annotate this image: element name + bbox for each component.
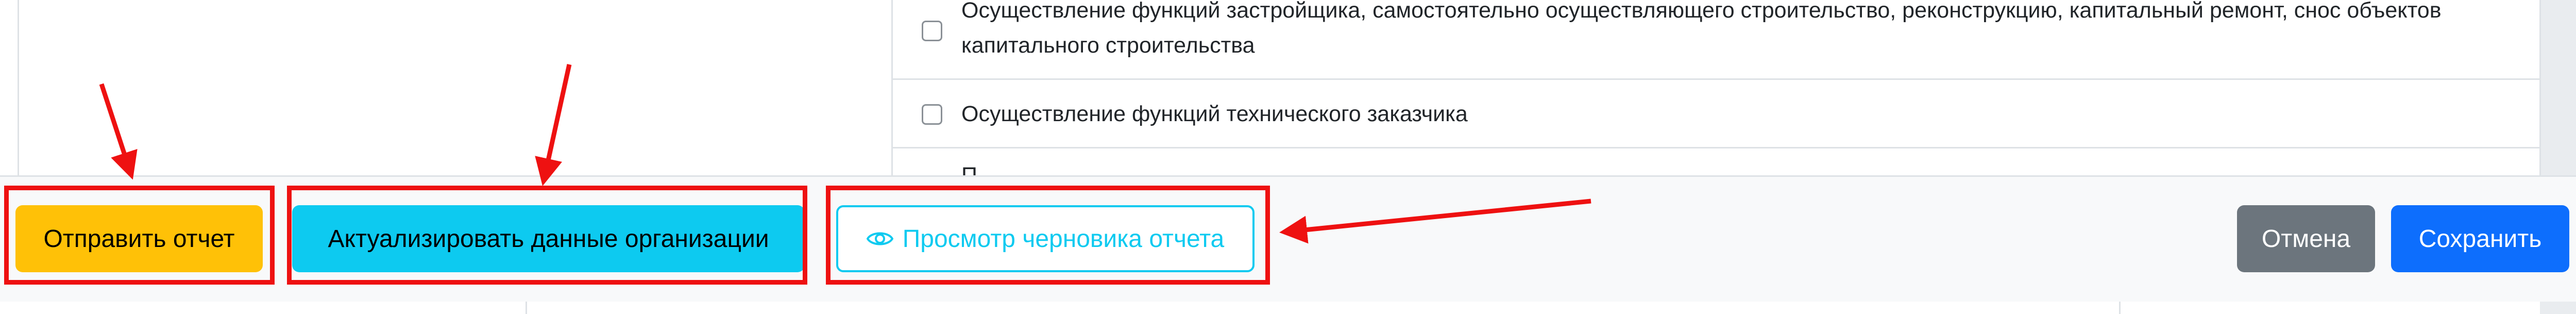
list-item-label: Осуществление функций технического заказ… [961, 102, 1468, 126]
left-panel-border [18, 0, 19, 175]
update-organization-data-button[interactable]: Актуализировать данные организации [292, 205, 805, 272]
list-item[interactable]: П [893, 148, 2539, 188]
eye-icon [866, 232, 893, 245]
list-item-label-continued: капитального строительства [961, 33, 1255, 58]
arrow-to-send-report [99, 83, 138, 180]
send-report-button[interactable]: Отправить отчет [15, 205, 263, 272]
list-item-label: Осуществление функций застройщика, самос… [961, 0, 2442, 23]
checkbox[interactable] [922, 104, 942, 125]
footer-shadow [526, 302, 2121, 314]
preview-draft-report-label: Просмотр черновика отчета [902, 225, 1225, 253]
arrow-to-update-org [535, 64, 572, 186]
activity-checklist: Осуществление функций застройщика, самос… [891, 0, 2541, 188]
save-button[interactable]: Сохранить [2391, 205, 2569, 272]
preview-draft-report-button[interactable]: Просмотр черновика отчета [836, 205, 1255, 272]
cancel-button[interactable]: Отмена [2237, 205, 2375, 272]
checkbox[interactable] [922, 21, 942, 41]
list-item[interactable]: Осуществление функций технического заказ… [893, 80, 2539, 148]
list-item[interactable]: Осуществление функций застройщика, самос… [893, 0, 2539, 80]
